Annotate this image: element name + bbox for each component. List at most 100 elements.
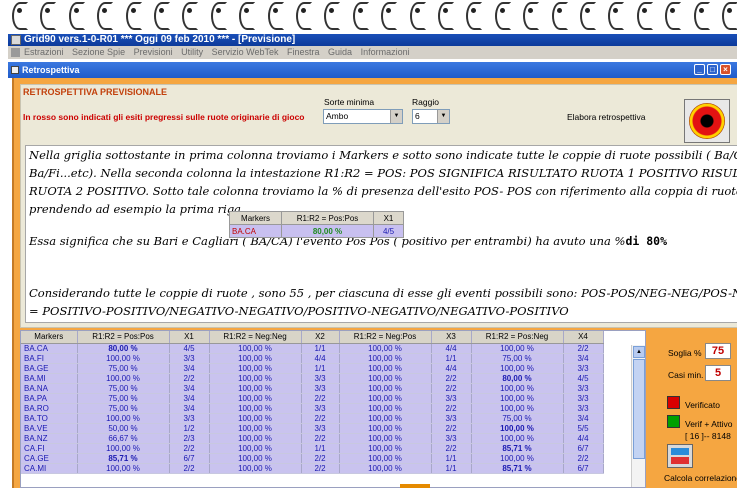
menu-servizio-webtek[interactable]: Servizio WebTek — [212, 47, 279, 57]
grid-cell: 100,00 % — [209, 413, 302, 424]
table-row[interactable]: CA.GE 85,71 % 6/7 100,00 % 2/2 100,00 % 1/1 100… — [21, 453, 604, 464]
grid-cell: 100,00 % — [339, 433, 432, 444]
grid-header-7[interactable]: R1:R2 = Pos:Neg — [471, 331, 564, 344]
casi-input[interactable]: 5 — [705, 365, 731, 381]
grid-header-8[interactable]: X4 — [563, 331, 604, 344]
grid-header-2[interactable]: X1 — [169, 331, 210, 344]
grid-header-5[interactable]: R1:R2 = Neg:Pos — [339, 331, 432, 344]
table-row[interactable]: BA.RO 75,00 % 3/4 100,00 % 3/3 100,00 % 2/2 100… — [21, 403, 604, 414]
target-icon — [689, 103, 725, 139]
grid-header-6[interactable]: X3 — [431, 331, 472, 344]
maximize-button[interactable]: □ — [707, 64, 718, 75]
menu-guida[interactable]: Guida — [328, 47, 352, 57]
menu-previsioni[interactable]: Previsioni — [134, 47, 173, 57]
grid-cell: 80,00 % — [471, 373, 564, 384]
grid-vertical-scrollbar[interactable]: ▲ — [631, 345, 645, 487]
section-title: RETROSPETTIVA PREVISIONALE — [23, 87, 168, 97]
menu-estrazioni[interactable]: Estrazioni — [24, 47, 64, 57]
menu-finestra[interactable]: Finestra — [287, 47, 320, 57]
grid-cell: 100,00 % — [339, 353, 432, 364]
grid-cell: 5/5 — [563, 423, 604, 434]
grid-header-1[interactable]: R1:R2 = Pos:Pos — [77, 331, 170, 344]
grid-cell: 100,00 % — [209, 433, 302, 444]
table-row[interactable]: BA.MI 100,00 % 2/2 100,00 % 3/3 100,00 % 2/2 80… — [21, 373, 604, 384]
radius-value: 6 — [415, 111, 420, 121]
radius-select[interactable]: 6 ▼ — [412, 109, 450, 124]
table-row[interactable]: CA.FI 100,00 % 2/2 100,00 % 1/1 100,00 % 2/2 85… — [21, 443, 604, 454]
verif-attivo-swatch — [667, 415, 680, 428]
grid-cell: 100,00 % — [339, 443, 432, 454]
grid-cell: 3/3 — [563, 403, 604, 414]
table-row[interactable]: CA.MI 100,00 % 2/2 100,00 % 2/2 100,00 % 1/1 85… — [21, 463, 604, 474]
arrow-left-icon — [671, 457, 689, 464]
grid-cell: 100,00 % — [209, 423, 302, 434]
grid-cell: 2/2 — [431, 423, 472, 434]
grid-cell: 100,00 % — [209, 463, 302, 474]
spiral-ring — [466, 2, 483, 30]
grid-cell: 100,00 % — [339, 453, 432, 464]
table-row[interactable]: BA.CA 80,00 % 4/5 100,00 % 1/1 100,00 % 4/4 100… — [21, 343, 604, 354]
table-row[interactable]: BA.GE 75,00 % 3/4 100,00 % 1/1 100,00 % 4/4 100… — [21, 363, 604, 374]
grid-header-3[interactable]: R1:R2 = Neg:Neg — [209, 331, 302, 344]
table-row[interactable]: BA.TO 100,00 % 3/3 100,00 % 2/2 100,00 % 3/3 75… — [21, 413, 604, 424]
grid-cell: 100,00 % — [339, 463, 432, 474]
grid-cell: 2/2 — [563, 453, 604, 464]
calcola-correlazione-button[interactable] — [667, 444, 693, 468]
grid-cell: 100,00 % — [471, 403, 564, 414]
grid-cell: 100,00 % — [209, 403, 302, 414]
elabora-button[interactable] — [684, 99, 730, 143]
grid-cell: 3/3 — [431, 413, 472, 424]
grid-cell: 1/1 — [301, 363, 340, 374]
table-row[interactable]: BA.PA 75,00 % 3/4 100,00 % 2/2 100,00 % 3/3 100… — [21, 393, 604, 404]
results-grid[interactable]: Markers R1:R2 = Pos:Pos X1 R1:R2 = Neg:Neg X… — [20, 330, 646, 488]
grid-cell: 75,00 % — [471, 413, 564, 424]
grid-cell: 85,71 % — [471, 443, 564, 454]
grid-cell: 1/1 — [301, 343, 340, 354]
grid-cell: 100,00 % — [209, 343, 302, 354]
table-row[interactable]: BA.NZ 66,67 % 2/3 100,00 % 2/2 100,00 % 3/3 100… — [21, 433, 604, 444]
scroll-thumb[interactable] — [633, 359, 645, 459]
table-row[interactable]: BA.NA 75,00 % 3/4 100,00 % 3/3 100,00 % 2/2 100… — [21, 383, 604, 394]
grid-cell: 2/2 — [169, 443, 210, 454]
section-subtitle: In rosso sono indicati gli esiti pregres… — [23, 112, 305, 122]
sort-select[interactable]: Ambo ▼ — [323, 109, 403, 124]
text-line-6: Considerando tutte le coppie di ruote , … — [29, 286, 737, 300]
grid-cell: 100,00 % — [339, 363, 432, 374]
scroll-up-icon[interactable]: ▲ — [633, 346, 645, 358]
grid-cell: 100,00 % — [471, 343, 564, 354]
grid-cell: 100,00 % — [209, 453, 302, 464]
example-cell-pospos: 80,00 % — [281, 224, 374, 238]
spiral-ring — [154, 2, 170, 30]
elabora-label: Elabora retrospettiva — [567, 112, 646, 122]
spiral-ring — [210, 2, 227, 30]
progress-indicator — [400, 484, 430, 488]
grid-cell: 100,00 % — [471, 383, 564, 394]
grid-cell: 3/3 — [301, 423, 340, 434]
grid-cell: 4/4 — [563, 433, 604, 444]
table-row[interactable]: BA.FI 100,00 % 3/3 100,00 % 4/4 100,00 % 1/1 75… — [21, 353, 604, 364]
grid-cell: 50,00 % — [77, 423, 170, 434]
grid-cell: 2/2 — [431, 373, 472, 384]
grid-cell: 3/3 — [169, 353, 210, 364]
close-button[interactable]: × — [720, 64, 731, 75]
spiral-ring — [352, 2, 369, 30]
grid-cell: 1/1 — [301, 443, 340, 454]
menu-informazioni[interactable]: Informazioni — [361, 47, 410, 57]
grid-cell: 3/3 — [431, 393, 472, 404]
example-header-pospos: R1:R2 = Pos:Pos — [281, 211, 374, 225]
example-header-x1: X1 — [373, 211, 404, 225]
grid-cell: 100,00 % — [209, 393, 302, 404]
grid-cell: 100,00 % — [471, 393, 564, 404]
grid-header-0[interactable]: Markers — [21, 331, 78, 344]
table-row[interactable]: BA.VE 50,00 % 1/2 100,00 % 3/3 100,00 % 2/2 100… — [21, 423, 604, 434]
results-table: Markers R1:R2 = Pos:Pos X1 R1:R2 = Neg:Neg X… — [21, 331, 604, 474]
grid-cell: 3/4 — [169, 363, 210, 374]
grid-header-4[interactable]: X2 — [301, 331, 340, 344]
soglia-input[interactable]: 75 — [705, 343, 731, 359]
spiral-ring — [40, 2, 57, 30]
verificato-swatch — [667, 396, 680, 409]
minimize-button[interactable]: _ — [694, 64, 705, 75]
menu-sezione-spie[interactable]: Sezione Spie — [72, 47, 125, 57]
grid-cell: 3/3 — [431, 433, 472, 444]
menu-utility[interactable]: Utility — [181, 47, 203, 57]
